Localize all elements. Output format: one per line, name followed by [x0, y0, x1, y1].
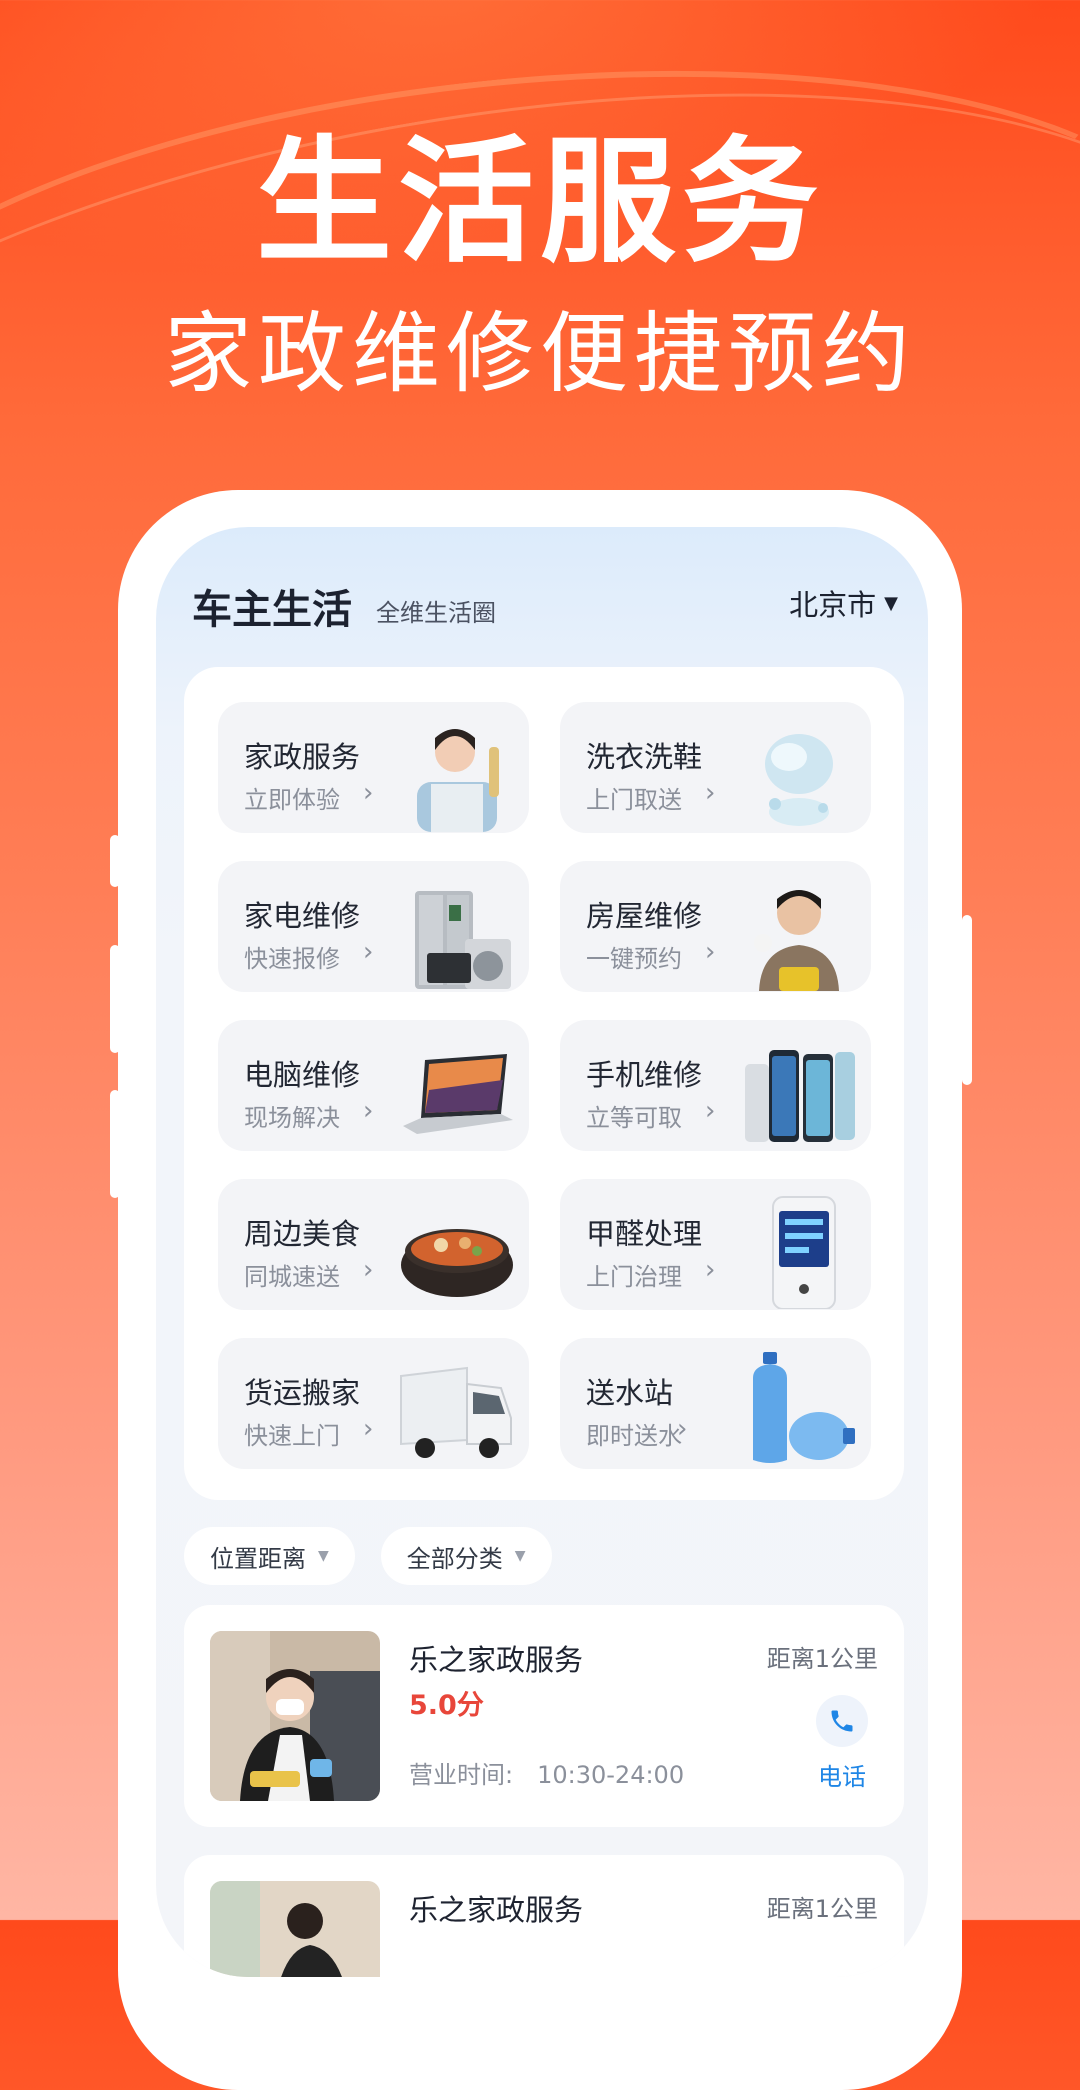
service-tile-phone-repair[interactable]: 手机维修 立等可取 › [560, 1020, 871, 1151]
service-title: 送水站 [586, 1376, 674, 1410]
service-title: 家电维修 [244, 899, 361, 933]
shop-hours: 营业时间: 10:30-24:00 [409, 1755, 684, 1790]
service-subtitle: 一键预约 [586, 945, 682, 973]
service-title: 手机维修 [586, 1058, 703, 1092]
service-tile-local-food[interactable]: 周边美食 同城速送 › [218, 1179, 529, 1310]
phone-button [110, 1090, 120, 1198]
service-tile-water-delivery[interactable]: 送水站 即时送水 › [560, 1338, 871, 1469]
caret-down-icon: ▼ [514, 1548, 526, 1564]
service-tile-formaldehyde[interactable]: 甲醛处理 上门治理 › [560, 1179, 871, 1310]
service-subtitle: 同城速送 [244, 1263, 340, 1291]
phone-button [110, 835, 120, 887]
phone-call-icon [816, 1695, 868, 1747]
service-subtitle: 即时送水 [586, 1422, 682, 1450]
chevron-right-icon: › [705, 1255, 716, 1285]
service-title: 货运搬家 [244, 1376, 361, 1410]
service-subtitle: 立等可取 [586, 1104, 682, 1132]
service-tile-laundry[interactable]: 洗衣洗鞋 上门取送 › [560, 702, 871, 833]
shop-name: 乐之家政服务 [409, 1893, 584, 1927]
city-selector[interactable]: 北京市 ▼ [789, 582, 898, 624]
filter-bar: 位置距离 ▼ 全部分类 ▼ [184, 1527, 552, 1585]
shop-name: 乐之家政服务 [409, 1643, 584, 1677]
chevron-right-icon: › [363, 1096, 374, 1126]
distance-filter-label: 位置距离 [210, 1544, 306, 1573]
hero-title: 生活服务 [256, 124, 824, 282]
formaldehyde-meter-icon [772, 1196, 836, 1309]
service-subtitle: 立即体验 [244, 786, 340, 814]
service-tile-moving[interactable]: 货运搬家 快速上门 › [218, 1338, 529, 1469]
chevron-right-icon: › [363, 937, 374, 967]
shop-score: 5.0分 [409, 1690, 484, 1721]
service-title: 家政服务 [244, 740, 361, 774]
laptop-icon [403, 1054, 513, 1134]
shop-photo [210, 1881, 380, 1977]
app-subtitle: 全维生活圈 [376, 599, 496, 627]
category-filter-label: 全部分类 [406, 1544, 503, 1573]
service-title: 电脑维修 [244, 1058, 361, 1092]
phone-button [110, 945, 120, 1053]
chevron-right-icon: › [705, 1096, 716, 1126]
housekeeper-icon [417, 729, 499, 832]
call-button[interactable]: 电话 [806, 1695, 878, 1792]
city-label: 北京市 [789, 588, 877, 622]
chevron-right-icon: › [705, 937, 716, 967]
app-screen: 车主生活 全维生活圈 北京市 ▼ 家政服务 立即体验 › 洗衣洗鞋 上门取送 › [156, 527, 928, 1977]
service-title: 房屋维修 [586, 899, 703, 933]
caret-down-icon: ▼ [884, 592, 898, 614]
service-title: 甲醛处理 [586, 1217, 703, 1251]
hours-value: 10:30-24:00 [537, 1761, 685, 1789]
shop-distance: 距离1公里 [766, 1895, 878, 1923]
category-filter[interactable]: 全部分类 ▼ [380, 1527, 552, 1585]
chevron-right-icon: › [363, 1255, 374, 1285]
chevron-right-icon: › [677, 1414, 688, 1444]
service-tile-house-repair[interactable]: 房屋维修 一键预约 › [560, 861, 871, 992]
service-tile-housekeeping[interactable]: 家政服务 立即体验 › [218, 702, 529, 833]
water-bottle-icon [753, 1352, 855, 1463]
service-subtitle: 现场解决 [244, 1104, 340, 1132]
service-tile-appliance-repair[interactable]: 家电维修 快速报修 › [218, 861, 529, 992]
repairman-icon [754, 890, 839, 991]
hours-label: 营业时间: [409, 1761, 514, 1789]
truck-icon [400, 1366, 512, 1458]
shop-distance: 距离1公里 [766, 1645, 878, 1673]
service-title: 洗衣洗鞋 [586, 740, 703, 774]
chevron-right-icon: › [705, 778, 716, 808]
app-title: 车主生活 [192, 587, 352, 633]
phone-icon [745, 1050, 855, 1142]
service-subtitle: 快速上门 [244, 1422, 340, 1450]
shop-photo [210, 1631, 380, 1801]
shop-card[interactable]: 乐之家政服务 距离1公里 [184, 1855, 904, 1977]
service-subtitle: 上门治理 [586, 1263, 682, 1291]
service-tile-computer-repair[interactable]: 电脑维修 现场解决 › [218, 1020, 529, 1151]
service-grid: 家政服务 立即体验 › 洗衣洗鞋 上门取送 › 家电维修 快速报修 › 房屋维修… [184, 667, 904, 1500]
service-subtitle: 快速报修 [244, 945, 340, 973]
service-title: 周边美食 [244, 1217, 361, 1251]
call-label: 电话 [818, 1763, 866, 1791]
shop-card[interactable]: 乐之家政服务 5.0分 营业时间: 10:30-24:00 距离1公里 电话 [184, 1605, 904, 1827]
phone-button [962, 915, 972, 1085]
chevron-right-icon: › [363, 778, 374, 808]
appliance-icon [415, 891, 511, 989]
distance-filter[interactable]: 位置距离 ▼ [184, 1527, 355, 1585]
laundry-icon [765, 734, 833, 826]
caret-down-icon: ▼ [318, 1548, 329, 1564]
chevron-right-icon: › [363, 1414, 374, 1444]
service-subtitle: 上门取送 [586, 786, 682, 814]
food-icon [401, 1229, 513, 1297]
hero-subtitle: 家政维修便捷预约 [163, 302, 916, 405]
